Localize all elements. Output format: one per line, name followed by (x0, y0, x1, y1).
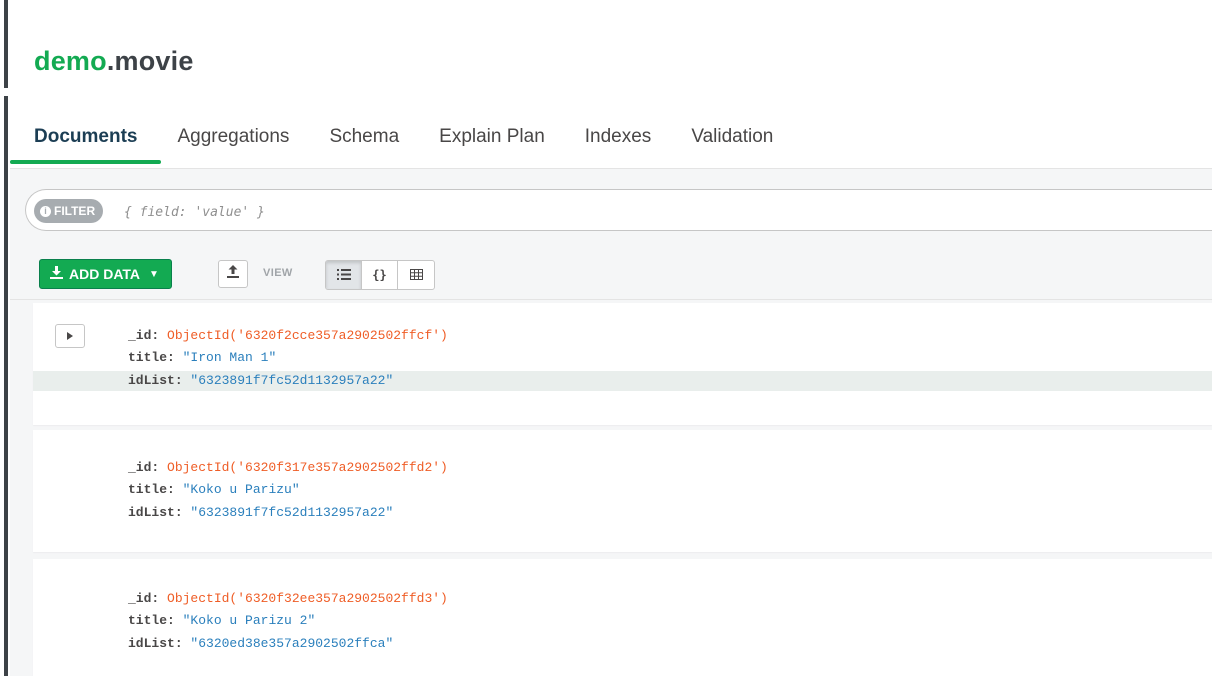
tab-validation[interactable]: Validation (691, 118, 773, 164)
filter-bar: i FILTER (25, 189, 1212, 231)
caret-down-icon: ▼ (149, 268, 159, 280)
document-card[interactable]: _id: ObjectId('6320f317e357a2902502ffd2'… (33, 430, 1212, 552)
field-value-string: "Koko u Parizu" (182, 482, 300, 497)
compass-collection-view: demo.movie Documents Aggregations Schema… (0, 0, 1212, 676)
filter-badge-label: FILTER (54, 204, 96, 218)
collection-header: demo.movie Documents Aggregations Schema… (9, 0, 1212, 168)
field-key: _id (128, 591, 152, 606)
tab-indexes[interactable]: Indexes (585, 118, 652, 164)
field-key: idList (128, 505, 175, 520)
document-field-idlist[interactable]: idList: "6323891f7fc52d1132957a22" (33, 503, 1212, 523)
field-value-objectid: ObjectId('6320f32ee357a2902502ffd3') (167, 591, 448, 606)
database-name[interactable]: demo (34, 46, 107, 76)
info-icon: i (40, 205, 51, 217)
documents-toolbar: ADD DATA ▼ VIEW {} (10, 252, 1212, 300)
filter-badge[interactable]: i FILTER (34, 199, 104, 223)
tab-explain-plan[interactable]: Explain Plan (439, 118, 545, 164)
document-list: _id: ObjectId('6320f2cce357a2902502ffcf'… (10, 300, 1212, 676)
field-value-objectid: ObjectId('6320f2cce357a2902502ffcf') (167, 328, 448, 343)
field-value-string: "Koko u Parizu 2" (182, 613, 316, 628)
curly-braces-icon: {} (372, 268, 387, 282)
document-field-idlist[interactable]: idList: "6320ed38e357a2902502ffca" (33, 634, 1212, 654)
tab-aggregations[interactable]: Aggregations (177, 118, 289, 164)
document-field-title[interactable]: title: "Iron Man 1" (33, 348, 1212, 368)
document-field-idlist[interactable]: idList: "6323891f7fc52d1132957a22" (33, 371, 1212, 391)
upload-icon (227, 265, 239, 283)
export-collection-button[interactable] (218, 260, 248, 288)
download-icon (50, 266, 63, 282)
document-field-id[interactable]: _id: ObjectId('6320f32ee357a2902502ffd3'… (33, 589, 1212, 609)
field-value-string: "6320ed38e357a2902502ffca" (190, 636, 394, 651)
view-switcher: {} (325, 260, 435, 290)
field-key: idList (128, 636, 175, 651)
add-data-label: ADD DATA (69, 266, 141, 282)
field-key: title (128, 350, 168, 365)
document-field-id[interactable]: _id: ObjectId('6320f317e357a2902502ffd2'… (33, 458, 1212, 478)
document-card[interactable]: _id: ObjectId('6320f32ee357a2902502ffd3'… (33, 559, 1212, 676)
table-view-button[interactable] (398, 261, 434, 289)
tab-schema[interactable]: Schema (329, 118, 399, 164)
field-key: title (128, 482, 168, 497)
collection-name: .movie (106, 46, 194, 76)
field-key: _id (128, 328, 152, 343)
collection-tabs: Documents Aggregations Schema Explain Pl… (9, 118, 813, 168)
table-icon (409, 268, 423, 283)
tab-documents[interactable]: Documents (9, 118, 163, 164)
namespace-title: demo.movie (34, 46, 194, 77)
document-card[interactable]: _id: ObjectId('6320f2cce357a2902502ffcf'… (33, 303, 1212, 425)
field-value-string: "Iron Man 1" (182, 350, 277, 365)
filter-input[interactable] (122, 200, 1126, 224)
field-value-string: "6323891f7fc52d1132957a22" (190, 373, 394, 388)
field-key: _id (128, 460, 152, 475)
field-key: idList (128, 373, 175, 388)
list-view-button[interactable] (326, 261, 362, 289)
list-view-icon (336, 268, 351, 283)
document-field-title[interactable]: title: "Koko u Parizu 2" (33, 611, 1212, 631)
document-field-id[interactable]: _id: ObjectId('6320f2cce357a2902502ffcf'… (33, 326, 1212, 346)
field-value-string: "6323891f7fc52d1132957a22" (190, 505, 394, 520)
view-label: VIEW (263, 267, 293, 279)
add-data-button[interactable]: ADD DATA ▼ (39, 259, 172, 289)
field-value-objectid: ObjectId('6320f317e357a2902502ffd2') (167, 460, 448, 475)
field-key: title (128, 613, 168, 628)
json-view-button[interactable]: {} (362, 261, 398, 289)
edge-bar-segment (4, 0, 8, 88)
edge-bar-segment (4, 96, 8, 676)
window-left-edge (0, 0, 10, 676)
document-field-title[interactable]: title: "Koko u Parizu" (33, 480, 1212, 500)
query-bar-area: i FILTER (10, 168, 1212, 253)
